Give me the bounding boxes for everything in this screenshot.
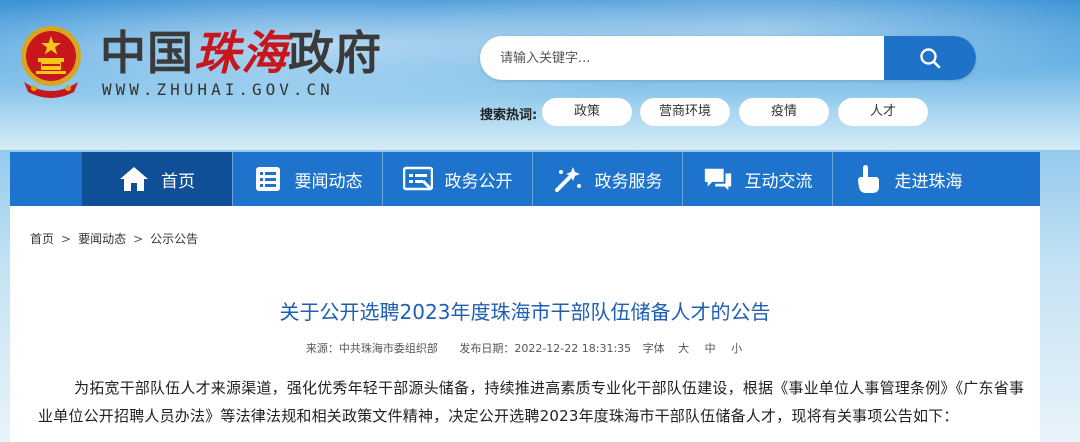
home-icon bbox=[119, 164, 149, 194]
nav-label-home: 首页 bbox=[161, 171, 195, 192]
font-size-large[interactable]: 大 bbox=[678, 342, 689, 355]
hand-pointer-icon bbox=[853, 164, 883, 194]
nav-item-about-zhuhai[interactable]: 走进珠海 bbox=[832, 152, 982, 206]
breadcrumb-separator: > bbox=[133, 232, 144, 246]
breadcrumb-separator: > bbox=[61, 232, 72, 246]
nav-item-home[interactable]: 首页 bbox=[82, 152, 232, 206]
search-icon bbox=[920, 48, 941, 69]
hot-tag-policy[interactable]: 政策 bbox=[542, 98, 632, 126]
breadcrumb-news[interactable]: 要闻动态 bbox=[78, 232, 126, 246]
site-header: 中国珠海政府 WWW.ZHUHAI.GOV.CN 搜索热词: 政策 营商环境 疫… bbox=[0, 0, 1080, 150]
article-paragraph: 为拓宽干部队伍人才来源渠道，强化优秀年轻干部源头储备，持续推进高素质专业化干部队… bbox=[38, 379, 1025, 425]
nav-label-about-zhuhai: 走进珠海 bbox=[894, 171, 963, 192]
main-nav: 首页 要闻动态 政务公开 政务服务 互动交流 走进珠海 bbox=[10, 152, 1040, 206]
article-panel: 首页 > 要闻动态 > 公示公告 关于公开选聘2023年度珠海市干部队伍储备人才的公告 … bbox=[10, 206, 1040, 442]
nav-label-news: 要闻动态 bbox=[294, 171, 363, 192]
search-input[interactable] bbox=[480, 36, 884, 80]
hot-tag-epidemic[interactable]: 疫情 bbox=[739, 98, 829, 126]
nav-item-news[interactable]: 要闻动态 bbox=[232, 152, 382, 206]
nav-item-gov-services[interactable]: 政务服务 bbox=[532, 152, 682, 206]
search-button[interactable] bbox=[884, 36, 976, 80]
hot-tag-business-environment[interactable]: 营商环境 bbox=[640, 98, 730, 126]
article-title: 关于公开选聘2023年度珠海市干部队伍储备人才的公告 bbox=[279, 300, 771, 324]
nav-item-interaction[interactable]: 互动交流 bbox=[682, 152, 832, 206]
article-date: 发布日期：2022-12-22 18:31:35 bbox=[459, 342, 632, 355]
chat-icon bbox=[703, 164, 733, 194]
site-name-part1: 中国 bbox=[100, 26, 194, 80]
site-url: WWW.ZHUHAI.GOV.CN bbox=[102, 80, 334, 99]
breadcrumb: 首页 > 要闻动态 > 公示公告 bbox=[30, 230, 198, 247]
article-meta: 来源：中共珠海市委组织部 发布日期：2022-12-22 18:31:35 字体… bbox=[10, 340, 1040, 356]
font-size-label: 字体 bbox=[642, 342, 665, 355]
news-list-icon bbox=[253, 164, 283, 194]
tools-icon bbox=[553, 164, 583, 194]
nav-label-interaction: 互动交流 bbox=[744, 171, 813, 192]
site-name-part2: 珠海 bbox=[194, 26, 288, 80]
hot-tag-talent[interactable]: 人才 bbox=[838, 98, 928, 126]
nav-label-gov-affairs: 政务公开 bbox=[444, 171, 513, 192]
document-icon bbox=[402, 164, 433, 194]
hot-words-label: 搜索热词: bbox=[480, 108, 538, 123]
nav-item-gov-affairs[interactable]: 政务公开 bbox=[382, 152, 532, 206]
font-size-small[interactable]: 小 bbox=[731, 342, 742, 355]
search-box bbox=[480, 36, 976, 80]
article-source: 来源：中共珠海市委组织部 bbox=[305, 342, 438, 355]
site-name-part3: 政府 bbox=[288, 26, 382, 80]
font-size-medium[interactable]: 中 bbox=[705, 342, 716, 355]
national-emblem-icon bbox=[21, 26, 81, 98]
breadcrumb-home[interactable]: 首页 bbox=[30, 232, 54, 246]
site-name[interactable]: 中国珠海政府 bbox=[100, 26, 382, 80]
breadcrumb-notices[interactable]: 公示公告 bbox=[150, 232, 198, 246]
nav-label-gov-services: 政务服务 bbox=[594, 171, 663, 192]
